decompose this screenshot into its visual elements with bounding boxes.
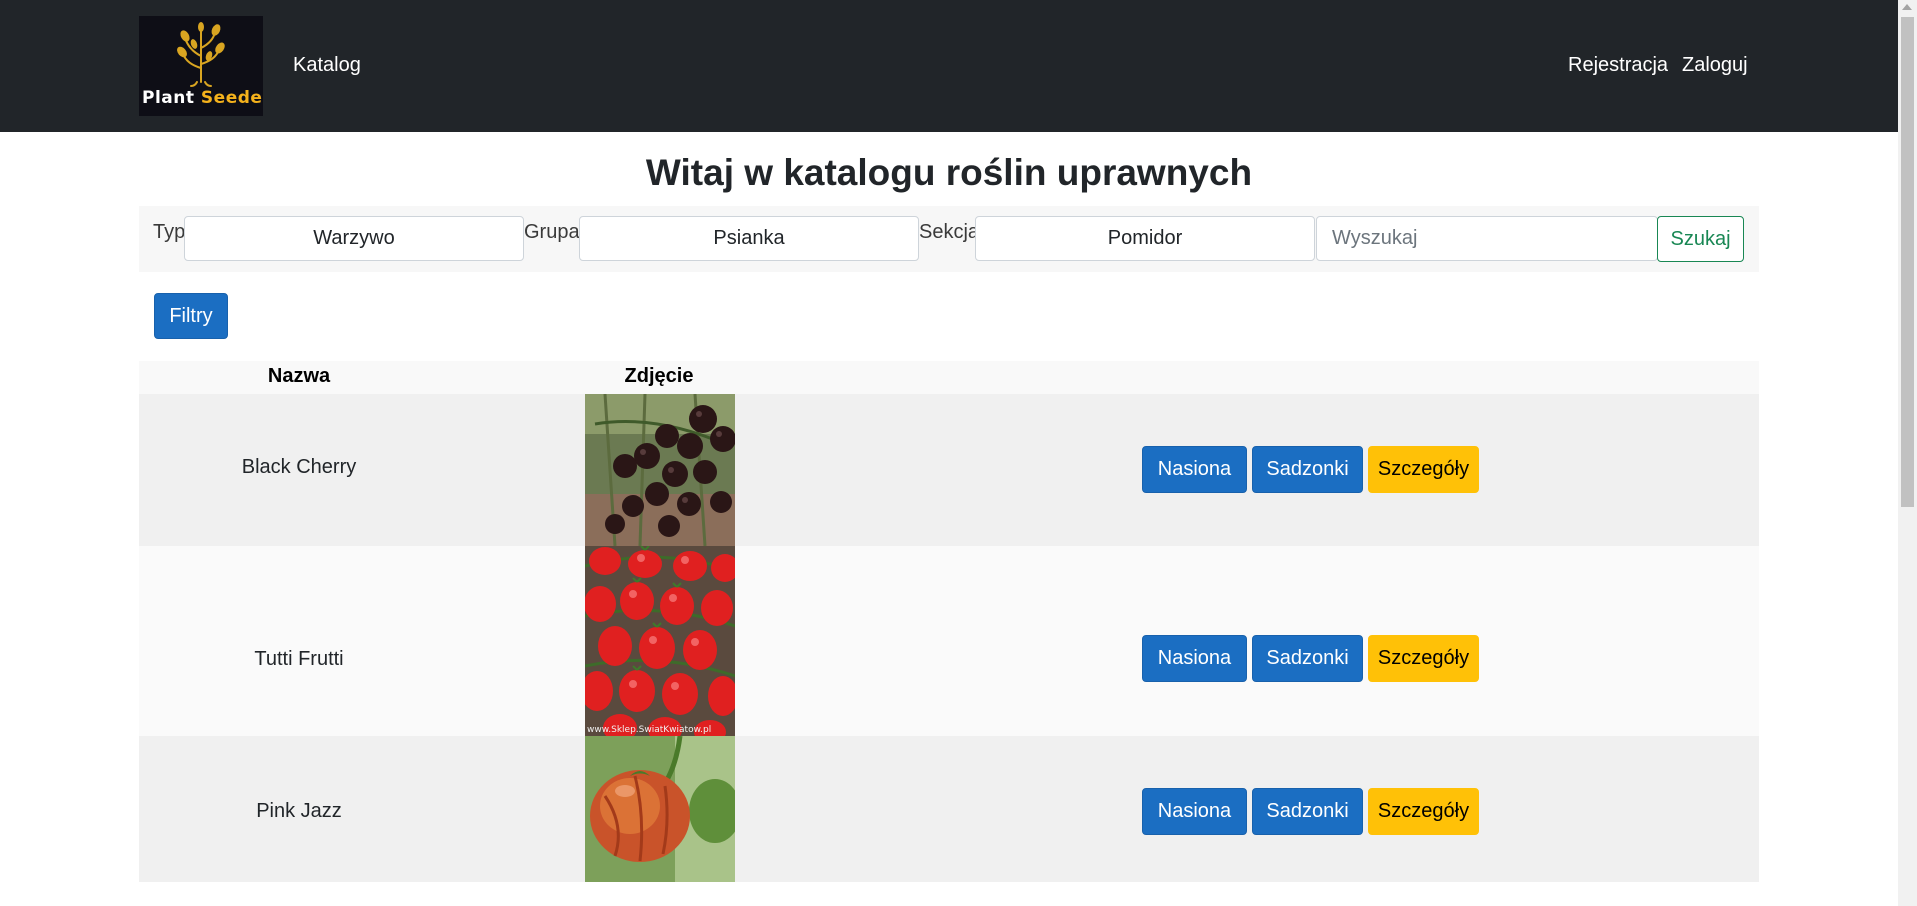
nav-link-katalog[interactable]: Katalog xyxy=(293,54,361,77)
black-cherry-photo xyxy=(585,394,735,546)
nav-link-login[interactable]: Zaloguj xyxy=(1682,54,1748,77)
scrollbar-thumb[interactable] xyxy=(1901,17,1914,507)
pink-jazz-image xyxy=(585,736,735,882)
plant-table: Nazwa Zdjęcie Black Cherry Nasiona Sadzo… xyxy=(139,361,1759,882)
scroll-up-arrow-icon[interactable] xyxy=(1902,4,1912,10)
column-header-photo: Zdjęcie xyxy=(624,365,694,387)
seedlings-button[interactable]: Sadzonki xyxy=(1252,788,1363,835)
table-row: Black Cherry Nasiona Sadzonki Szczegóły xyxy=(139,394,1759,546)
tutti-frutti-image xyxy=(585,546,735,736)
plant-name: Tutti Frutti xyxy=(254,648,344,670)
seeds-button[interactable]: Nasiona xyxy=(1142,788,1247,835)
plant-name: Black Cherry xyxy=(241,456,357,478)
page-scrollbar[interactable] xyxy=(1898,0,1917,906)
details-button[interactable]: Szczegóły xyxy=(1368,446,1479,493)
details-button[interactable]: Szczegóły xyxy=(1368,635,1479,682)
column-header-name: Nazwa xyxy=(267,365,331,387)
group-label: Grupa xyxy=(524,221,580,243)
type-label: Typ xyxy=(153,221,186,243)
page-title: Witaj w katalogu roślin uprawnych xyxy=(645,152,1253,193)
pink-jazz-photo xyxy=(585,736,735,882)
photo-watermark: www.Sklep.SwiatKwiatow.pl xyxy=(587,725,712,735)
search-button[interactable]: Szukaj xyxy=(1657,216,1744,262)
row-actions: Nasiona Sadzonki Szczegóły xyxy=(1142,788,1479,835)
filters-button[interactable]: Filtry xyxy=(154,293,228,339)
type-select[interactable]: Warzywo xyxy=(184,216,524,261)
section-select[interactable]: Pomidor xyxy=(975,216,1315,261)
section-label: Sekcja xyxy=(919,221,980,243)
group-select[interactable]: Psianka xyxy=(579,216,919,261)
tutti-frutti-photo: www.Sklep.SwiatKwiatow.pl xyxy=(585,546,735,736)
seedlings-button[interactable]: Sadzonki xyxy=(1252,446,1363,493)
table-row: Pink Jazz Nasiona Sadzonki Szczegóły xyxy=(139,736,1759,882)
logo-word-seeder: Seeder xyxy=(200,88,263,108)
seeds-button[interactable]: Nasiona xyxy=(1142,635,1247,682)
top-navbar: Plant Seeder Katalog Rejestracja Zaloguj xyxy=(0,0,1898,132)
details-button[interactable]: Szczegóły xyxy=(1368,788,1479,835)
nav-link-register[interactable]: Rejestracja xyxy=(1568,54,1668,77)
black-cherry-image xyxy=(585,394,735,546)
search-input[interactable] xyxy=(1316,216,1658,261)
table-row: Tutti Frutti www.Sklep.SwiatKwiatow.pl N… xyxy=(139,546,1759,736)
seeds-button[interactable]: Nasiona xyxy=(1142,446,1247,493)
plant-name: Pink Jazz xyxy=(256,800,342,822)
seedlings-button[interactable]: Sadzonki xyxy=(1252,635,1363,682)
logo-wordmark: Plant Seeder xyxy=(142,88,263,108)
plant-seeder-logo[interactable]: Plant Seeder xyxy=(139,16,263,116)
filter-bar: Typ Warzywo Grupa Psianka Sekcja Pomidor… xyxy=(139,206,1759,272)
row-actions: Nasiona Sadzonki Szczegóły xyxy=(1142,635,1479,682)
table-header: Nazwa Zdjęcie xyxy=(139,361,1759,394)
row-actions: Nasiona Sadzonki Szczegóły xyxy=(1142,446,1479,493)
logo-word-plant: Plant xyxy=(142,88,195,108)
